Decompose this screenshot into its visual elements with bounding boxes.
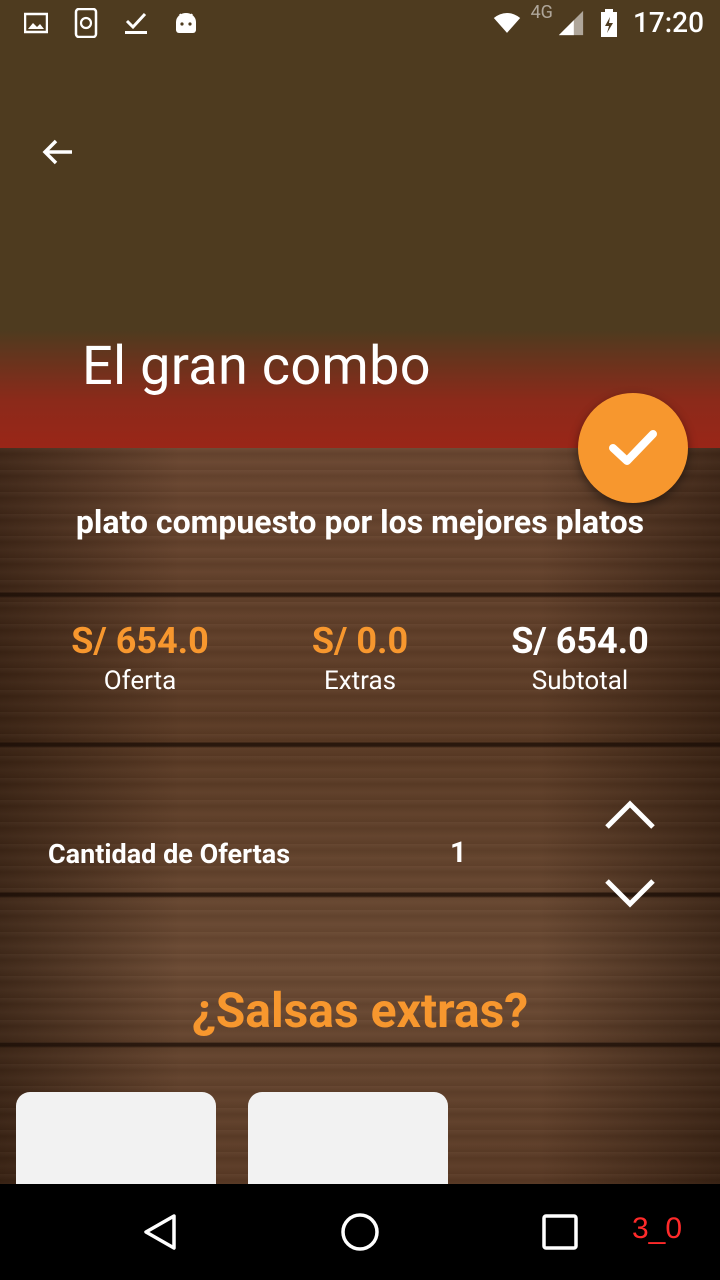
status-bar: 4G 17:20	[0, 0, 720, 48]
android-icon	[172, 8, 200, 38]
sauce-card[interactable]	[248, 1092, 448, 1192]
offer-description: plato compuesto por los mejores platos	[75, 503, 645, 541]
triangle-back-icon	[144, 1214, 176, 1250]
check-icon	[609, 430, 657, 465]
extras-price: S/ 0.0 Extras	[250, 620, 470, 696]
sauces-heading: ¿Salsas extras?	[191, 982, 529, 1039]
quantity-increase-button[interactable]	[600, 790, 660, 840]
chevron-up-icon	[605, 800, 655, 829]
network-type: 4G	[530, 2, 553, 23]
nav-back-button[interactable]	[136, 1208, 184, 1256]
extras-price-label: Extras	[323, 666, 397, 696]
nav-recents-button[interactable]	[536, 1208, 584, 1256]
wifi-icon	[493, 8, 521, 38]
quantity-decrease-button[interactable]	[600, 868, 660, 918]
status-time: 17:20	[632, 6, 704, 39]
back-button[interactable]	[34, 128, 82, 176]
image-icon	[22, 8, 50, 38]
square-recents-icon	[542, 1214, 578, 1250]
confirm-button[interactable]	[578, 393, 688, 503]
signal-icon	[557, 8, 585, 38]
battery-icon	[595, 8, 623, 38]
subtotal-price-label: Subtotal	[531, 666, 629, 696]
quantity-value: 1	[450, 836, 467, 870]
circle-home-icon	[341, 1213, 379, 1251]
sauce-card[interactable]	[16, 1092, 216, 1192]
nav-home-button[interactable]	[336, 1208, 384, 1256]
chevron-down-icon	[605, 879, 655, 908]
phone-sync-icon	[72, 8, 100, 38]
debug-code: 3_0	[632, 1212, 683, 1245]
offer-price: S/ 654.0 Oferta	[30, 620, 250, 696]
extras-price-value: S/ 0.0	[311, 620, 409, 662]
quantity-label: Cantidad de Ofertas	[48, 838, 291, 870]
download-done-icon	[122, 8, 150, 38]
navigation-bar	[0, 1184, 720, 1280]
subtotal-price: S/ 654.0 Subtotal	[470, 620, 690, 696]
offer-price-value: S/ 654.0	[71, 620, 209, 662]
subtotal-price-value: S/ 654.0	[511, 620, 649, 662]
header: 4G 17:20 El gran combo	[0, 0, 720, 448]
offer-price-label: Oferta	[103, 666, 177, 696]
arrow-back-icon	[42, 139, 72, 165]
page-title: El gran combo	[82, 335, 431, 398]
